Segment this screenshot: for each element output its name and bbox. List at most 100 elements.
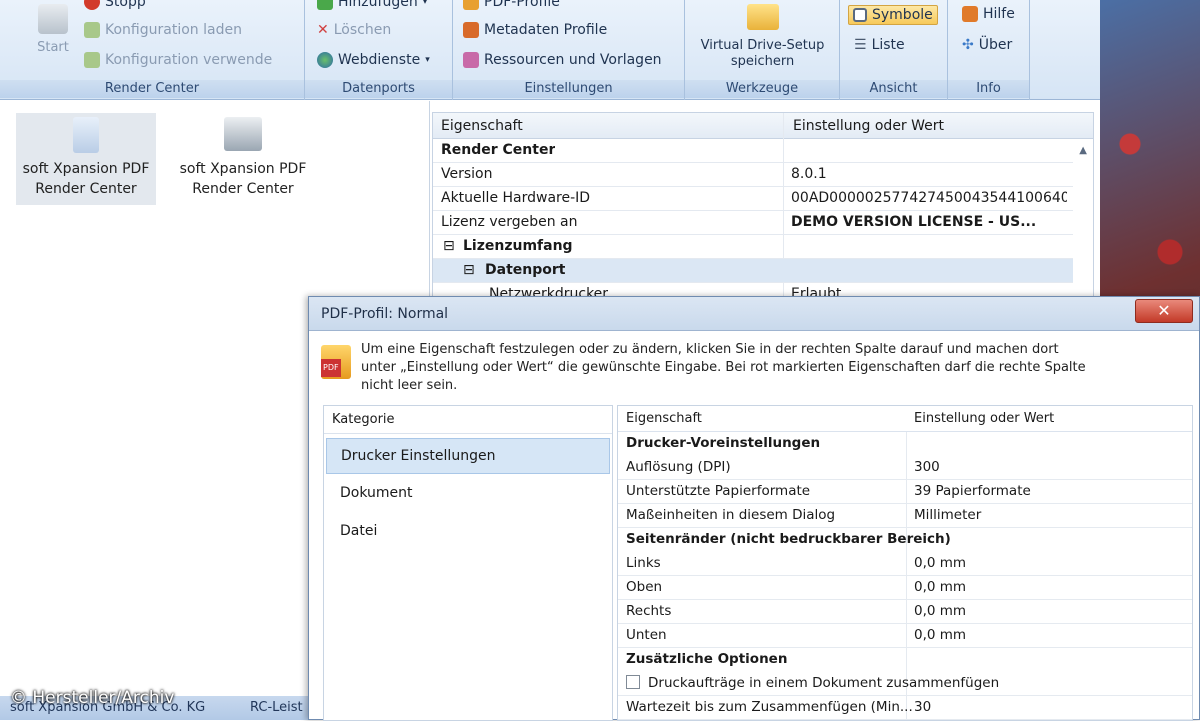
add-icon [317,0,333,10]
merge-jobs-checkbox[interactable] [626,675,640,689]
render-center-tile[interactable]: soft Xpansion PDF Render Center [170,113,316,205]
column-header-property: Eigenschaft [441,118,523,134]
scroll-up-arrow[interactable]: ▲ [1079,145,1087,156]
settings-category-row: Drucker-Voreinstellungen [618,432,1192,456]
checked-document-icon [73,117,99,153]
property-value: 8.0.1 [791,166,827,182]
loeschen-button[interactable]: ✕ Löschen [317,22,391,38]
property-name: Version [441,166,493,182]
column-header-value: Einstellung oder Wert [793,118,945,134]
ribbon-group-datenports: Hinzufügen ▾ ✕ Löschen Webdienste ▾ Date… [305,0,453,100]
property-row[interactable]: Version 8.0.1 [433,163,1073,187]
setting-name: Seitenränder (nicht bedruckbarer Bereich… [626,531,951,547]
render-center-tile[interactable]: soft Xpansion PDF Render Center [16,113,156,205]
category-dokument[interactable]: Dokument [326,476,610,512]
settings-grid-header: Eigenschaft Einstellung oder Wert [618,406,1192,432]
setting-row[interactable]: Wartezeit bis zum Zusammenfügen (Min... … [618,696,1192,720]
close-button[interactable]: ✕ [1135,299,1193,323]
globe-icon [317,52,333,68]
property-value: 00AD000002577427450043544100640... [791,190,1067,206]
printer-icon [224,117,262,151]
ribbon-group-label: Info [948,80,1029,98]
konfiguration-verwenden-button[interactable]: Konfiguration verwende [84,52,272,68]
symbole-button[interactable]: Symbole [848,5,938,25]
category-datei[interactable]: Datei [326,514,610,550]
status-right: RC-Leist [250,700,303,715]
setting-row[interactable]: Rechts 0,0 mm [618,600,1192,624]
pdf-profile-button[interactable]: PDF-Profile [463,0,560,10]
metadaten-profile-button[interactable]: Metadaten Profile [463,22,607,38]
ueber-label: Über [978,37,1013,53]
setting-row[interactable]: Auflösung (DPI) 300 [618,456,1192,480]
setting-value: 39 Papierformate [914,483,1031,499]
instruction-line: nicht leer sein. [361,378,458,393]
setting-name: Links [626,555,661,571]
property-value: DEMO VERSION LICENSE - US... [791,214,1037,230]
setting-row[interactable]: Links 0,0 mm [618,552,1192,576]
property-row[interactable]: Aktuelle Hardware-ID 00AD000002577427450… [433,187,1073,211]
ribbon-group-einstellungen: PDF-Profile Metadaten Profile Ressourcen… [453,0,685,100]
setting-row[interactable]: Unten 0,0 mm [618,624,1192,648]
ribbon-group-info: Hilfe ✣ Über Info [948,0,1030,100]
tile-line1: soft Xpansion PDF [179,161,307,177]
setting-name: Drucker-Voreinstellungen [626,435,821,451]
virtual-drive-line2: speichern [730,54,795,69]
help-book-icon [962,6,978,22]
setting-row[interactable]: Oben 0,0 mm [618,576,1192,600]
setting-value: Millimeter [914,507,982,523]
setting-row[interactable]: Maßeinheiten in diesem Dialog Millimeter [618,504,1192,528]
ribbon-group-ansicht: Symbole ☰ Liste Ansicht [840,0,948,100]
folder-icon [746,4,779,30]
webdienste-button[interactable]: Webdienste ▾ [317,52,430,68]
settings-category-row: Seitenränder (nicht bedruckbarer Bereich… [618,528,1192,552]
category-drucker-einstellungen[interactable]: Drucker Einstellungen [326,438,610,474]
pdf-profile-icon [463,0,479,10]
close-icon: ✕ [1157,301,1171,320]
ribbon-group-label: Datenports [305,80,452,98]
symbole-label: Symbole [872,7,933,23]
property-name: Aktuelle Hardware-ID [441,190,591,206]
metadata-icon [463,22,479,38]
start-button[interactable]: Start [30,0,76,56]
ribbon: Start Stopp Konfiguration laden Konfigur… [0,0,1100,100]
ribbon-group-label: Render Center [0,80,304,98]
webdienste-label: Webdienste [338,52,421,68]
start-label: Start [37,40,69,55]
config-load-icon [84,22,100,38]
copyright-watermark: © Hersteller/Archiv [10,688,175,708]
dialog-titlebar[interactable]: PDF-Profil: Normal ✕ [309,297,1199,331]
column-header-property: Eigenschaft [626,411,702,426]
stopp-button[interactable]: Stopp [84,0,146,10]
property-category-row[interactable]: Render Center [433,139,1073,163]
settings-category-row: Zusätzliche Optionen [618,648,1192,672]
virtual-drive-setup-button[interactable]: Virtual Drive-Setup speichern [691,0,834,70]
list-view-icon: ☰ [854,37,867,53]
property-row[interactable]: Lizenz vergeben an DEMO VERSION LICENSE … [433,211,1073,235]
resources-icon [463,52,479,68]
hinzufuegen-label: Hinzufügen [338,0,418,10]
ueber-button[interactable]: ✣ Über [962,37,1012,53]
property-category-row[interactable]: ⊟ Datenport [433,259,1073,283]
property-category-row[interactable]: ⊟ Lizenzumfang [433,235,1073,259]
property-name: Render Center [441,142,556,158]
property-name: Datenport [485,262,566,278]
instruction-line: unter „Einstellung oder Wert“ die gewüns… [361,360,1086,375]
column-header-value: Einstellung oder Wert [914,411,1055,426]
ribbon-group-label: Einstellungen [453,80,684,98]
konfiguration-laden-label: Konfiguration laden [105,22,242,38]
setting-name: Maßeinheiten in diesem Dialog [626,507,836,523]
liste-button[interactable]: ☰ Liste [854,37,905,53]
delete-icon: ✕ [317,22,329,38]
ribbon-group-render-center: Start Stopp Konfiguration laden Konfigur… [0,0,305,100]
konfiguration-laden-button[interactable]: Konfiguration laden [84,22,242,38]
ressourcen-vorlagen-label: Ressourcen und Vorlagen [484,52,662,68]
metadaten-profile-label: Metadaten Profile [484,22,608,38]
setting-row[interactable]: Unterstützte Papierformate 39 Papierform… [618,480,1192,504]
property-grid: Eigenschaft Einstellung oder Wert Render… [432,112,1094,307]
hilfe-button[interactable]: Hilfe [962,6,1015,22]
virtual-drive-line1: Virtual Drive-Setup [700,38,825,53]
property-grid-header: Eigenschaft Einstellung oder Wert [433,113,1093,139]
ressourcen-vorlagen-button[interactable]: Ressourcen und Vorlagen [463,52,662,68]
setting-row[interactable]: Druckaufträge in einem Dokument zusammen… [618,672,1192,696]
hinzufuegen-button[interactable]: Hinzufügen ▾ [317,0,427,10]
